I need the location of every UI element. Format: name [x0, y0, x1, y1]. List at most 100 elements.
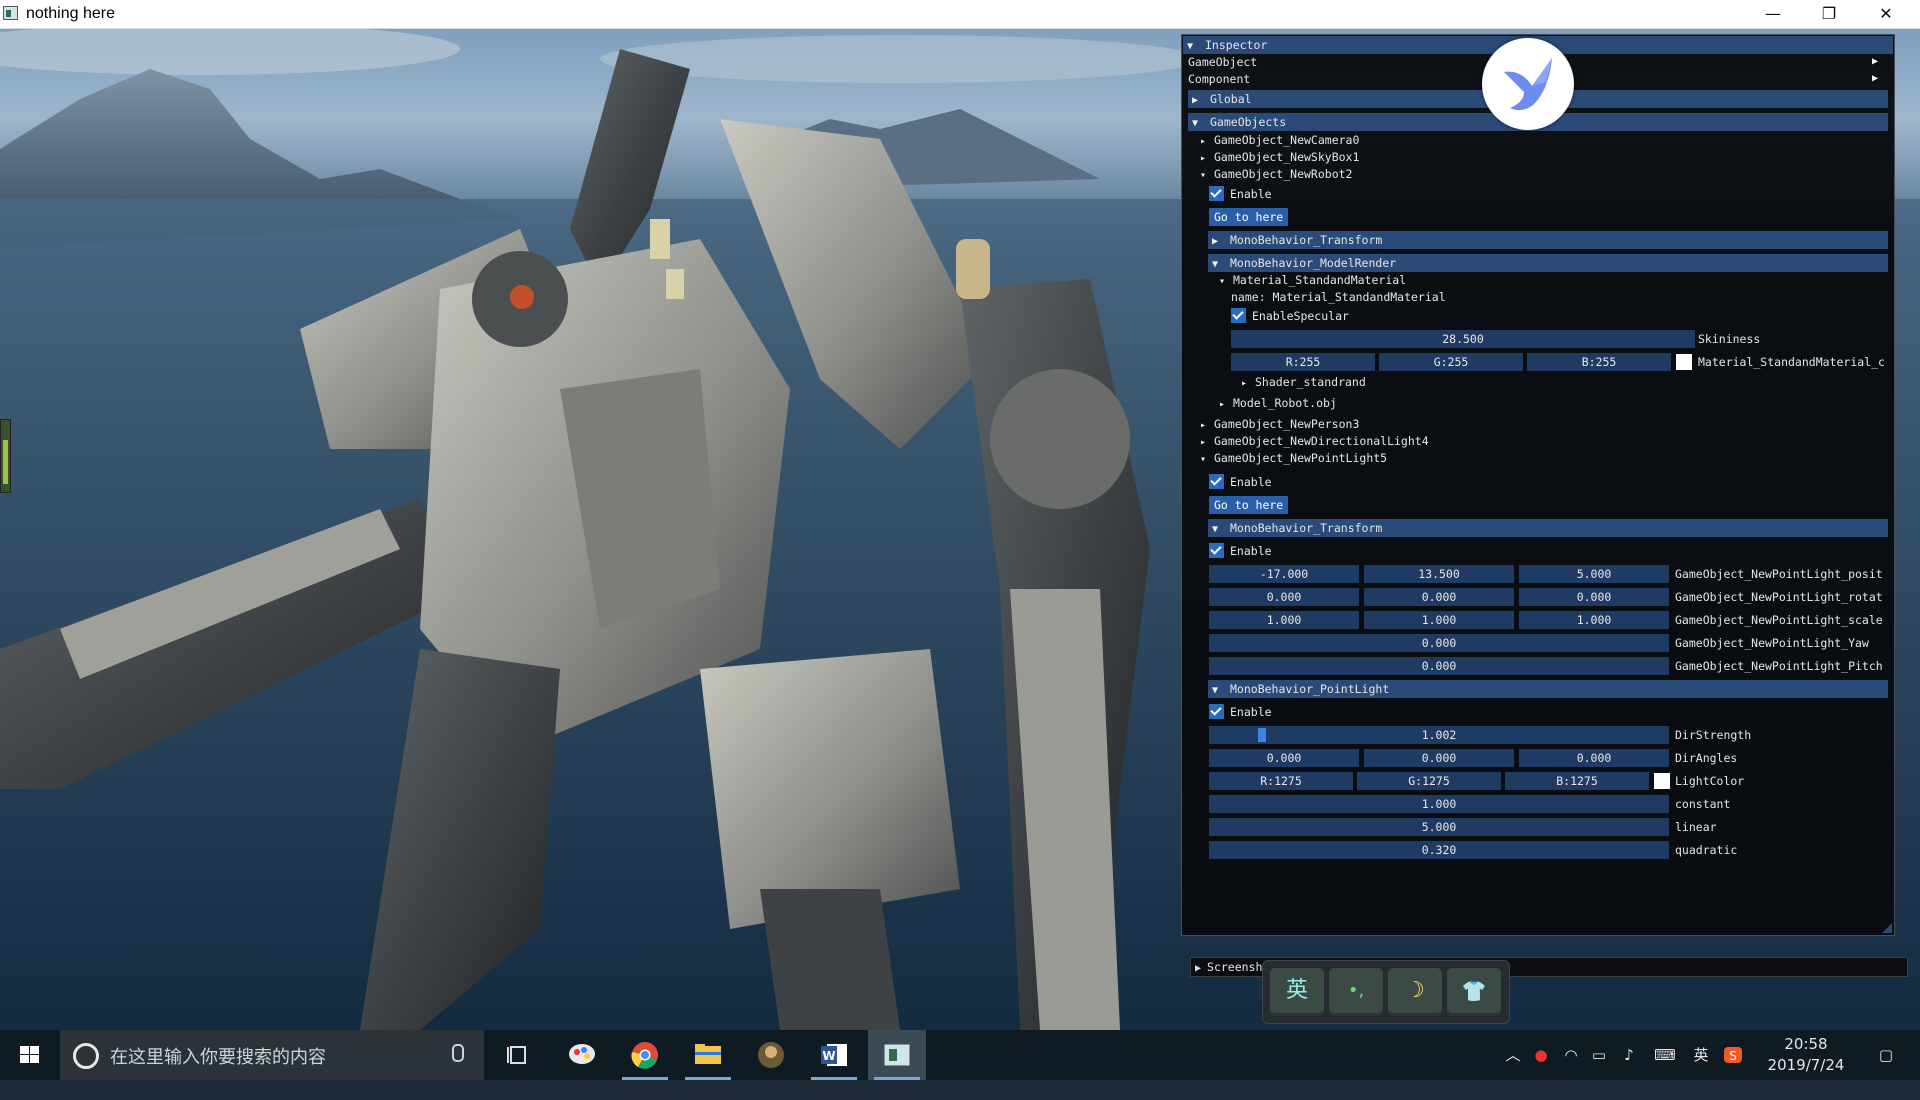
enable-specular-checkbox[interactable]: EnableSpecular: [1231, 307, 1349, 325]
position-z-field[interactable]: 5.000: [1519, 565, 1669, 583]
checkbox-checked-icon: [1209, 704, 1224, 719]
taskbar-app-word[interactable]: W: [805, 1030, 863, 1080]
dirstrength-slider[interactable]: 1.002: [1209, 726, 1669, 744]
lightcolor-swatch[interactable]: [1654, 773, 1670, 789]
light-enable-checkbox[interactable]: Enable: [1209, 703, 1272, 721]
windows-logo-icon: [20, 1046, 39, 1063]
robot-transform-header[interactable]: ▶ MonoBehavior_Transform: [1208, 231, 1888, 249]
rotation-x-field[interactable]: 0.000: [1209, 588, 1359, 606]
taskbar-app-chrome[interactable]: [616, 1030, 674, 1080]
pointlight-transform-header[interactable]: ▼ MonoBehavior_Transform: [1208, 519, 1888, 537]
bird-logo[interactable]: [1482, 38, 1574, 130]
lightcolor-g-field[interactable]: G:1275: [1357, 772, 1501, 790]
material-color-swatch[interactable]: [1676, 354, 1692, 370]
taskbar: 在这里输入你要搜索的内容 W ︿ ● ◠ ▭ ♪ ⌨ 英 S 20:58 201…: [0, 1030, 1920, 1080]
material-color-g-field[interactable]: G:255: [1379, 353, 1523, 371]
dirangles-y-field[interactable]: 0.000: [1364, 749, 1514, 767]
pointlight-goto-button[interactable]: Go to here: [1209, 496, 1289, 514]
taskbar-clock[interactable]: 20:58 2019/7/24: [1744, 1034, 1868, 1076]
dirangles-z-field[interactable]: 0.000: [1519, 749, 1669, 767]
transform-enable-checkbox[interactable]: Enable: [1209, 542, 1272, 560]
ime-punctuation-button[interactable]: •,: [1329, 968, 1383, 1016]
expand-arrow-icon: ▶: [1195, 963, 1202, 974]
constant-slider[interactable]: 1.000: [1209, 795, 1669, 813]
position-label: GameObject_NewPointLight_posit: [1675, 567, 1883, 581]
inspector-title: Inspector: [1205, 38, 1268, 52]
taskbar-app-explorer[interactable]: [679, 1030, 737, 1080]
yaw-slider[interactable]: 0.000: [1209, 634, 1669, 652]
submenu-arrow-icon: ▶: [1871, 56, 1878, 67]
microphone-icon[interactable]: [452, 1044, 464, 1062]
lightcolor-r-field[interactable]: R:1275: [1209, 772, 1353, 790]
scale-z-field[interactable]: 1.000: [1519, 611, 1669, 629]
inspector-panel[interactable]: ▼ Inspector GameObject ▶ Component ▶ ▶ Glo…: [1181, 34, 1895, 936]
tray-app-icon[interactable]: ●: [1528, 1030, 1554, 1080]
tree-model-label: Model_Robot.obj: [1233, 396, 1337, 410]
transform-enable-label: Enable: [1230, 544, 1272, 558]
start-button[interactable]: [0, 1030, 60, 1080]
minimize-button[interactable]: —: [1744, 0, 1802, 28]
volume-icon[interactable]: ♪: [1616, 1030, 1642, 1080]
skininess-slider[interactable]: 28.500: [1231, 330, 1695, 348]
pointlight-enable-label: Enable: [1230, 475, 1272, 489]
scale-x-field[interactable]: 1.000: [1209, 611, 1359, 629]
ime-indicator[interactable]: 英: [1688, 1030, 1714, 1080]
maximize-button[interactable]: ❐: [1800, 0, 1858, 28]
constant-label: constant: [1675, 797, 1731, 811]
position-y-field[interactable]: 13.500: [1364, 565, 1514, 583]
expand-arrow-icon: ▶: [1192, 95, 1199, 106]
robot-enable-checkbox[interactable]: Enable: [1209, 185, 1272, 203]
taskbar-app-current[interactable]: [868, 1030, 926, 1080]
tree-pointlight[interactable]: ▾ GameObject_NewPointLight5: [1196, 449, 1387, 467]
network-icon[interactable]: ◠: [1558, 1030, 1584, 1080]
ime-skin-button[interactable]: 👕: [1447, 968, 1501, 1016]
material-color-b-field[interactable]: B:255: [1527, 353, 1671, 371]
close-button[interactable]: ✕: [1857, 0, 1915, 28]
ime-halfwidth-button[interactable]: ☽: [1388, 968, 1442, 1016]
robot-goto-button[interactable]: Go to here: [1209, 208, 1289, 226]
word-icon: W: [821, 1044, 847, 1066]
dirstrength-slider-grab[interactable]: [1258, 728, 1266, 742]
position-x-field[interactable]: -17.000: [1209, 565, 1359, 583]
pointlight-light-header[interactable]: ▼ MonoBehavior_PointLight: [1208, 680, 1888, 698]
tree-robot[interactable]: ▾ GameObject_NewRobot2: [1196, 165, 1352, 183]
tree-skybox[interactable]: ▸ GameObject_NewSkyBox1: [1196, 148, 1359, 166]
material-color-r-field[interactable]: R:255: [1231, 353, 1375, 371]
linear-slider[interactable]: 5.000: [1209, 818, 1669, 836]
pointlight-enable-checkbox[interactable]: Enable: [1209, 473, 1272, 491]
section-gameobjects-label: GameObjects: [1210, 115, 1287, 129]
tree-pointlight-label: GameObject_NewPointLight5: [1214, 451, 1388, 465]
tray-expand-icon[interactable]: ︿: [1500, 1030, 1526, 1080]
quadratic-slider[interactable]: 0.320: [1209, 841, 1669, 859]
rotation-z-field[interactable]: 0.000: [1519, 588, 1669, 606]
robot-modelrender-header[interactable]: ▼ MonoBehavior_ModelRender: [1208, 254, 1888, 272]
resize-grip-icon[interactable]: [1882, 923, 1892, 933]
tree-shader[interactable]: ▸ Shader_standrand: [1237, 373, 1366, 391]
taskbar-search-box[interactable]: 在这里输入你要搜索的内容: [60, 1030, 484, 1080]
notification-center-icon[interactable]: ▢: [1866, 1030, 1906, 1080]
sogou-icon[interactable]: S: [1722, 1030, 1744, 1080]
battery-icon[interactable]: ▭: [1586, 1030, 1612, 1080]
pitch-slider[interactable]: 0.000: [1209, 657, 1669, 675]
collapse-arrow-icon: ▼: [1212, 524, 1219, 535]
rotation-y-field[interactable]: 0.000: [1364, 588, 1514, 606]
robot-enable-label: Enable: [1230, 187, 1272, 201]
scale-y-field[interactable]: 1.000: [1364, 611, 1514, 629]
taskbar-app-game[interactable]: [742, 1030, 800, 1080]
ime-language-button[interactable]: 英: [1270, 968, 1324, 1016]
current-app-icon: [884, 1044, 910, 1066]
tree-camera[interactable]: ▸ GameObject_NewCamera0: [1196, 131, 1359, 149]
ime-toolbar: 英 •, ☽ 👕: [1262, 960, 1510, 1024]
dirangles-x-field[interactable]: 0.000: [1209, 749, 1359, 767]
lightcolor-b-field[interactable]: B:1275: [1505, 772, 1649, 790]
tree-person[interactable]: ▸ GameObject_NewPerson3: [1196, 415, 1359, 433]
material-name-text: name: Material_StandandMaterial: [1231, 290, 1446, 304]
app-icon: [3, 6, 18, 20]
tree-material[interactable]: ▾ Material_StandandMaterial: [1215, 271, 1406, 289]
taskbar-app-paint[interactable]: [553, 1030, 611, 1080]
keyboard-icon[interactable]: ⌨: [1648, 1030, 1682, 1080]
tree-dirlight[interactable]: ▸ GameObject_NewDirectionalLight4: [1196, 432, 1429, 450]
task-view-button[interactable]: [490, 1030, 548, 1080]
tree-model[interactable]: ▸ Model_Robot.obj: [1215, 394, 1337, 412]
checkbox-checked-icon: [1231, 308, 1246, 323]
